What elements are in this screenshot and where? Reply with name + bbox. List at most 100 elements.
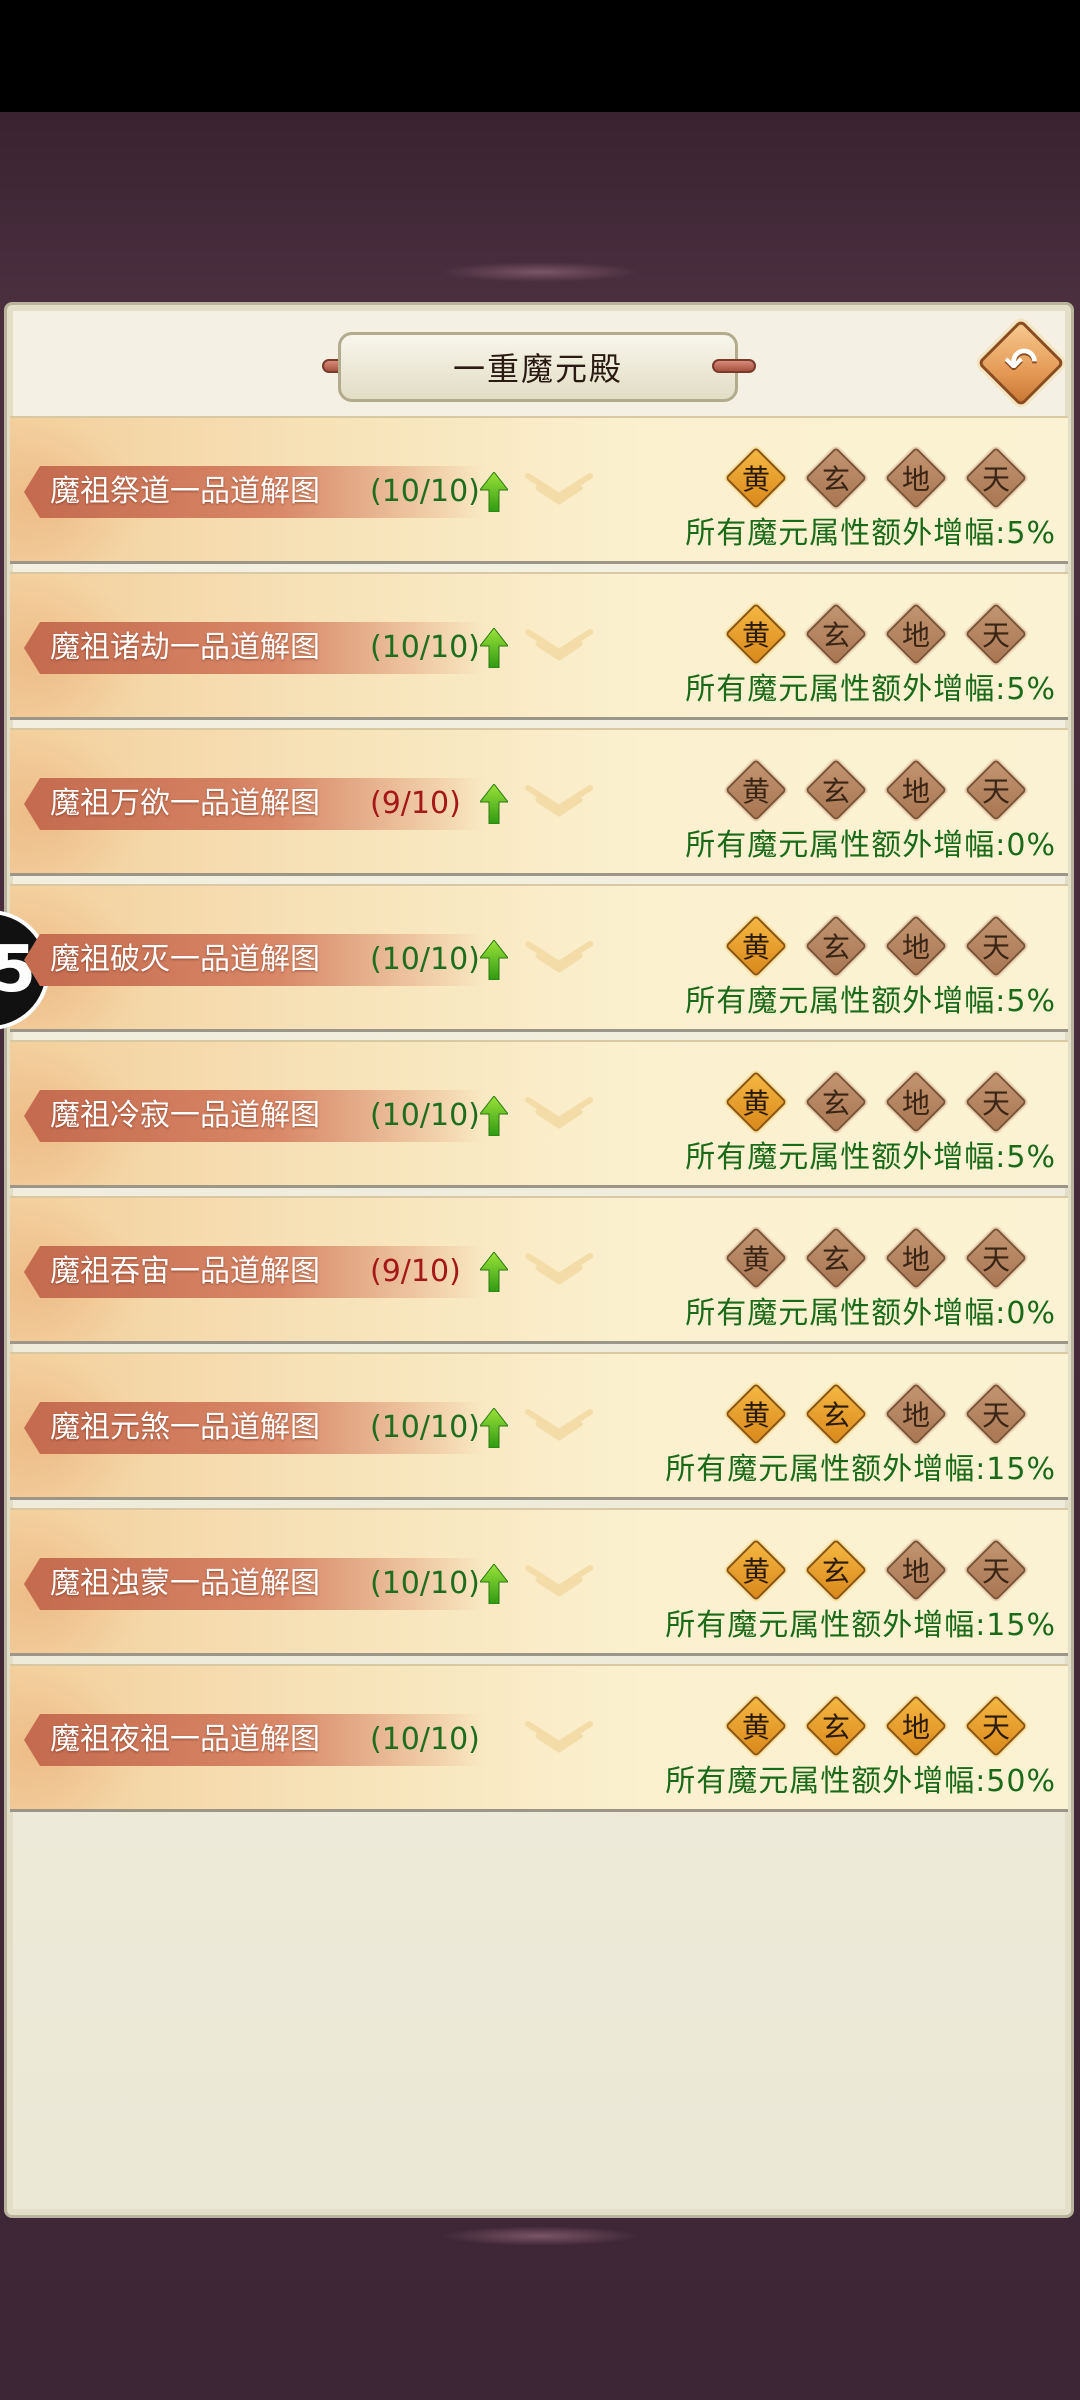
list-item[interactable]: 魔祖冷寂一品道解图 (10/10) 黄 玄 地 天所有魔元属性额外增幅:5% (10, 1040, 1068, 1188)
grade-badge-4: 天 (964, 758, 1028, 822)
grade-label: 地 (901, 1087, 930, 1120)
list-item[interactable]: 魔祖吞宙一品道解图 (9/10) 黄 玄 地 天所有魔元属性额外增幅:0% (10, 1196, 1068, 1344)
diagram-progress: (9/10) (370, 786, 461, 821)
grade-badge-3: 地 (884, 914, 948, 978)
diagram-progress: (10/10) (370, 942, 480, 977)
chevron-down-icon[interactable] (524, 938, 594, 978)
diagram-progress: (10/10) (370, 1410, 480, 1445)
grade-badge-2: 玄 (804, 602, 868, 666)
grade-label: 天 (981, 619, 1010, 652)
grade-badge-3: 地 (884, 1382, 948, 1446)
list-item[interactable]: 魔祖诸劫一品道解图 (10/10) 黄 玄 地 天所有魔元属性额外增幅:5% (10, 572, 1068, 720)
grade-badge-2: 玄 (804, 1070, 868, 1134)
grade-badges: 黄玄地天 (724, 1226, 1054, 1290)
grade-label: 地 (901, 463, 930, 496)
diagram-name: 魔祖万欲一品道解图 (50, 786, 320, 821)
grade-label: 天 (981, 1711, 1010, 1744)
grade-badge-1: 黄 (724, 1226, 788, 1290)
chevron-down-icon[interactable] (524, 1094, 594, 1134)
list-item[interactable]: 魔祖祭道一品道解图 (10/10) 黄 玄 地 天所有魔元属性额外增幅:5% (10, 416, 1068, 564)
grade-badge-3: 地 (884, 1070, 948, 1134)
grade-badges: 黄玄地天 (724, 1382, 1054, 1446)
grade-label: 黄 (741, 1711, 770, 1744)
upgrade-arrow-icon (480, 1408, 508, 1448)
chevron-down-icon[interactable] (524, 1406, 594, 1446)
grade-badge-4: 天 (964, 914, 1028, 978)
upgrade-arrow-icon (480, 628, 508, 668)
grade-label: 玄 (821, 1087, 850, 1120)
list-item[interactable]: 魔祖浊蒙一品道解图 (10/10) 黄 玄 地 天所有魔元属性额外增幅:15% (10, 1508, 1068, 1656)
grade-label: 地 (901, 1243, 930, 1276)
grade-badge-2: 玄 (804, 1538, 868, 1602)
chevron-down-icon[interactable] (524, 1250, 594, 1290)
diagram-progress: (10/10) (370, 1722, 480, 1757)
grade-label: 地 (901, 775, 930, 808)
grade-badge-2: 玄 (804, 1226, 868, 1290)
grade-badge-3: 地 (884, 1538, 948, 1602)
ornament-top (440, 262, 640, 282)
grade-label: 玄 (821, 1555, 850, 1588)
bonus-text: 所有魔元属性额外增幅:5% (685, 984, 1056, 1019)
grade-label: 地 (901, 619, 930, 652)
grade-label: 玄 (821, 775, 850, 808)
grade-label: 天 (981, 1087, 1010, 1120)
grade-label: 地 (901, 931, 930, 964)
grade-label: 玄 (821, 463, 850, 496)
grade-label: 玄 (821, 1711, 850, 1744)
diagram-progress: (9/10) (370, 1254, 461, 1289)
grade-badge-1: 黄 (724, 1382, 788, 1446)
grade-badge-1: 黄 (724, 1538, 788, 1602)
grade-label: 天 (981, 1399, 1010, 1432)
grade-label: 黄 (741, 931, 770, 964)
grade-badge-1: 黄 (724, 602, 788, 666)
bonus-text: 所有魔元属性额外增幅:0% (685, 1296, 1056, 1331)
grade-badge-3: 地 (884, 446, 948, 510)
back-arrow-icon: ↶ (1004, 340, 1038, 386)
bonus-text: 所有魔元属性额外增幅:5% (685, 516, 1056, 551)
grade-label: 天 (981, 463, 1010, 496)
upgrade-arrow-icon (480, 472, 508, 512)
diagram-name: 魔祖浊蒙一品道解图 (50, 1566, 320, 1601)
diagram-name: 魔祖吞宙一品道解图 (50, 1254, 320, 1289)
grade-label: 地 (901, 1555, 930, 1588)
list-item[interactable]: 魔祖万欲一品道解图 (9/10) 黄 玄 地 天所有魔元属性额外增幅:0% (10, 728, 1068, 876)
chevron-down-icon[interactable] (524, 782, 594, 822)
upgrade-arrow-icon (480, 1096, 508, 1136)
grade-badges: 黄玄地天 (724, 602, 1054, 666)
grade-label: 天 (981, 1555, 1010, 1588)
grade-label: 黄 (741, 619, 770, 652)
title-plaque: 一重魔元殿 (338, 332, 738, 402)
chevron-down-icon[interactable] (524, 1718, 594, 1758)
grade-badge-4: 天 (964, 1694, 1028, 1758)
grade-badge-2: 玄 (804, 758, 868, 822)
chevron-down-icon[interactable] (524, 1562, 594, 1602)
grade-label: 天 (981, 775, 1010, 808)
chevron-down-icon[interactable] (524, 470, 594, 510)
bonus-text: 所有魔元属性额外增幅:5% (685, 1140, 1056, 1175)
grade-badge-1: 黄 (724, 1070, 788, 1134)
back-button[interactable]: ↶ (976, 318, 1066, 408)
grade-badge-3: 地 (884, 1694, 948, 1758)
grade-label: 黄 (741, 463, 770, 496)
diagram-name: 魔祖夜祖一品道解图 (50, 1722, 320, 1757)
grade-badge-2: 玄 (804, 1382, 868, 1446)
list-item[interactable]: 魔祖夜祖一品道解图 (10/10) 黄 玄 地 天所有魔元属性额外增幅:50% (10, 1664, 1068, 1812)
grade-label: 天 (981, 931, 1010, 964)
grade-label: 玄 (821, 619, 850, 652)
diagram-progress: (10/10) (370, 1098, 480, 1133)
bonus-text: 所有魔元属性额外增幅:15% (665, 1452, 1056, 1487)
chevron-down-icon[interactable] (524, 626, 594, 666)
grade-badges: 黄玄地天 (724, 914, 1054, 978)
bonus-text: 所有魔元属性额外增幅:5% (685, 672, 1056, 707)
grade-badges: 黄玄地天 (724, 446, 1054, 510)
grade-label: 黄 (741, 1087, 770, 1120)
list-item[interactable]: 魔祖破灭一品道解图 (10/10) 黄 玄 地 天所有魔元属性额外增幅:5% (10, 884, 1068, 1032)
ornament-bottom (440, 2226, 640, 2246)
grade-label: 黄 (741, 1555, 770, 1588)
list-item[interactable]: 魔祖元煞一品道解图 (10/10) 黄 玄 地 天所有魔元属性额外增幅:15% (10, 1352, 1068, 1500)
diagram-name: 魔祖元煞一品道解图 (50, 1410, 320, 1445)
grade-badge-1: 黄 (724, 446, 788, 510)
diagram-name: 魔祖破灭一品道解图 (50, 942, 320, 977)
diagram-progress: (10/10) (370, 630, 480, 665)
upgrade-arrow-icon (480, 940, 508, 980)
